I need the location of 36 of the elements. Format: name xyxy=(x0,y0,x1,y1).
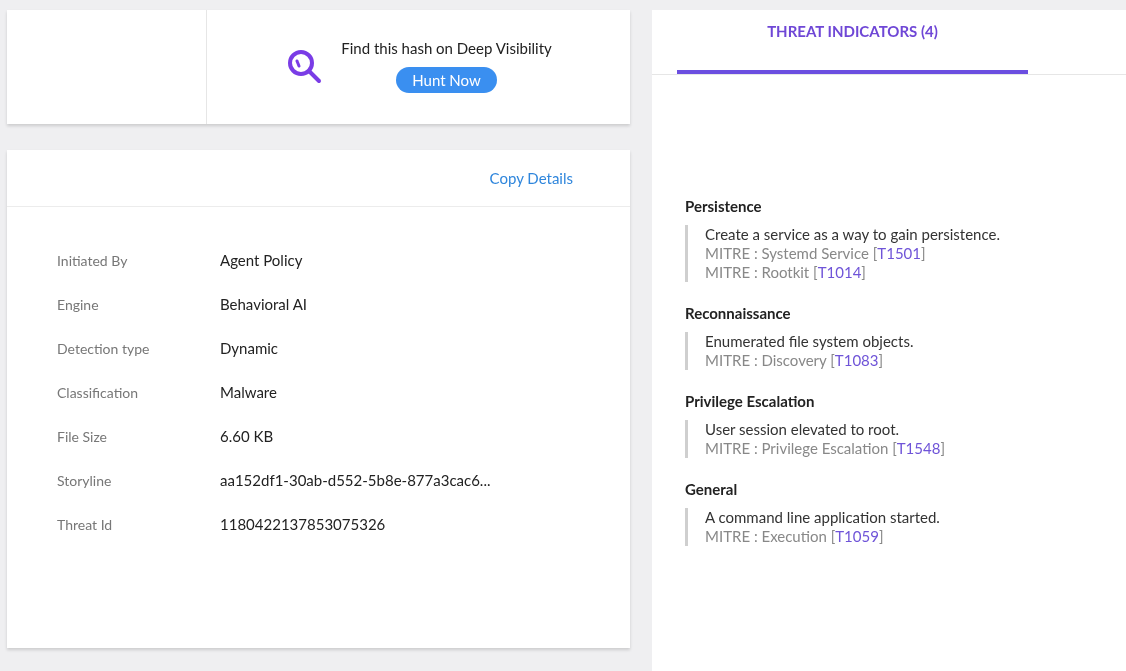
indicator-category: Reconnaissance xyxy=(685,304,792,322)
mitre-technique: MITRE : Systemd Service [T1501] xyxy=(705,244,927,263)
technique-link[interactable]: T1501 xyxy=(877,244,921,262)
indicator-category: Privilege Escalation xyxy=(685,392,816,410)
indicator-description: User session elevated to root. xyxy=(705,420,901,439)
detail-label: File Size xyxy=(57,427,108,447)
copy-details-link[interactable]: Copy Details xyxy=(489,166,573,190)
technique-link[interactable]: T1014 xyxy=(817,263,862,281)
detail-label: Detection type xyxy=(57,339,151,359)
detail-label: Classification xyxy=(57,383,140,403)
detail-value: 6.60 KB xyxy=(220,426,274,447)
mitre-technique: MITRE : Rootkit [T1014] xyxy=(705,263,867,282)
detail-label: Threat Id xyxy=(57,515,114,535)
detail-value: 1180422137853075326 xyxy=(220,514,386,535)
hunt-text: Find this hash on Deep Visibility xyxy=(341,37,552,59)
indicator-description: A command line application started. xyxy=(705,508,941,527)
detail-label: Storyline xyxy=(57,471,113,491)
technique-link[interactable]: T1059 xyxy=(835,527,879,545)
detail-label: Initiated By xyxy=(57,251,129,271)
detail-label: Engine xyxy=(57,295,100,315)
technique-link[interactable]: T1083 xyxy=(834,351,879,369)
mitre-technique: MITRE : Execution [T1059] xyxy=(705,527,885,546)
indicator-category: Persistence xyxy=(685,197,763,215)
technique-link[interactable]: T1548 xyxy=(896,439,941,457)
mitre-technique: MITRE : Privilege Escalation [T1548] xyxy=(705,439,946,458)
detail-value: Behavioral AI xyxy=(220,294,308,315)
mitre-technique: MITRE : Discovery [T1083] xyxy=(705,351,885,370)
hunt-now-button[interactable]: Hunt Now xyxy=(396,67,497,94)
detail-value: Malware xyxy=(220,382,277,403)
indicator-description: Create a service as a way to gain persistence. xyxy=(705,225,1001,244)
tab[interactable]: THREAT INDICATORS (4) xyxy=(677,10,1028,74)
detail-value: Dynamic xyxy=(220,338,279,359)
detail-value: aa152df1-30ab-d552-5b8e-877a3cac6... xyxy=(220,470,491,491)
indicator-description: Enumerated file system objects. xyxy=(705,332,915,351)
indicator-category: General xyxy=(685,480,739,498)
detail-value: Agent Policy xyxy=(220,250,303,271)
